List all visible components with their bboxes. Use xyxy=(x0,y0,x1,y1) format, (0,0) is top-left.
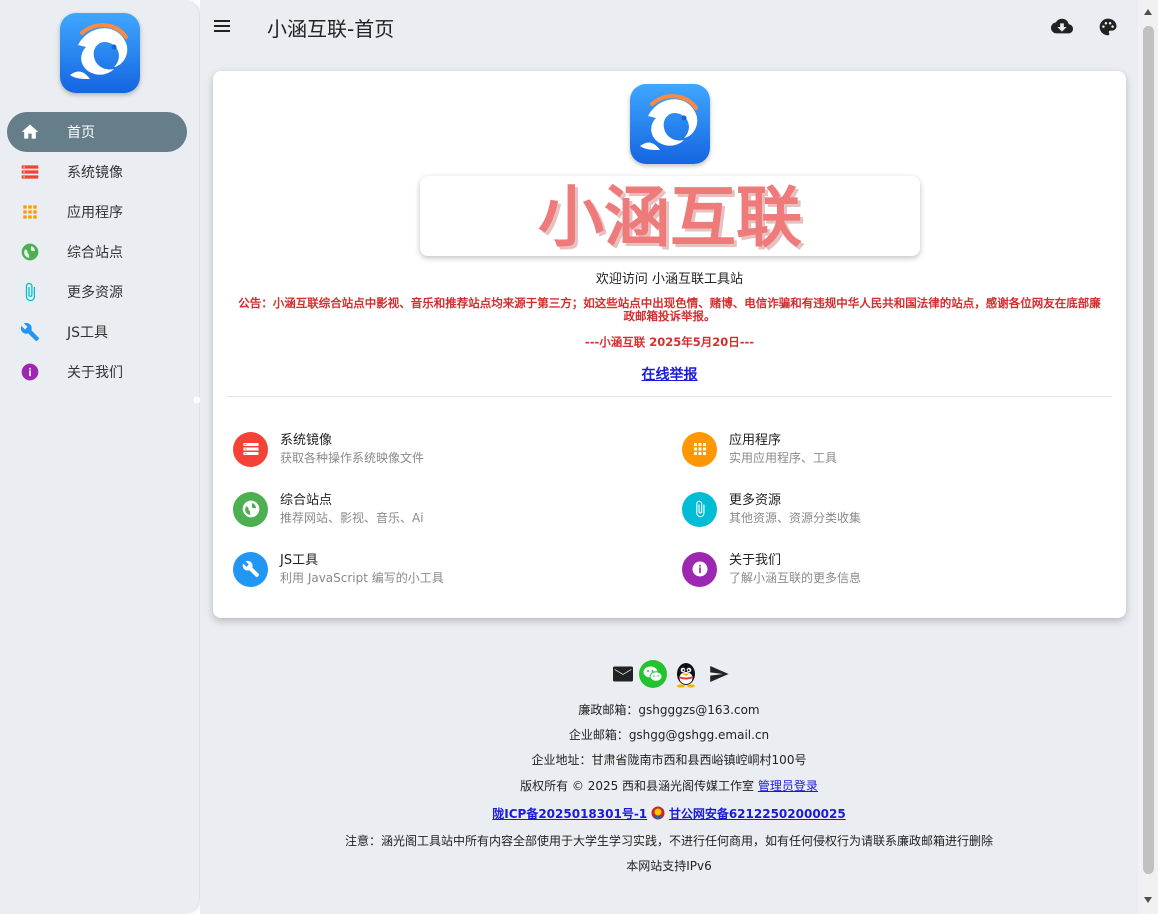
welcome-text: 欢迎访问 小涵互联工具站 xyxy=(595,272,744,287)
sidebar-item-sites[interactable]: 综合站点 xyxy=(7,232,187,272)
feature-js-tools[interactable]: JS工具利用 JavaScript 编写的小工具 xyxy=(233,549,633,589)
theme-button[interactable] xyxy=(1097,16,1119,38)
scroll-up-arrow[interactable] xyxy=(1142,6,1154,18)
wechat-link[interactable] xyxy=(638,659,668,689)
feature-title: 关于我们 xyxy=(729,553,782,568)
sidebar: 首页 系统镜像 应用程序 综合站点 更多资源 JS工具 关于我们 xyxy=(0,0,200,914)
feature-subtitle: 利用 JavaScript 编写的小工具 xyxy=(280,571,444,585)
sidebar-item-resources[interactable]: 更多资源 xyxy=(7,272,187,312)
copyright-line: 版权所有 © 2025 西和县涵光阁传媒工作室 管理员登录 xyxy=(200,777,1138,794)
copyright-text: 版权所有 © 2025 西和县涵光阁传媒工作室 xyxy=(520,779,755,793)
feature-title: 应用程序 xyxy=(729,433,782,448)
feature-title: 系统镜像 xyxy=(280,433,333,448)
sidebar-item-js-tools[interactable]: JS工具 xyxy=(7,312,187,352)
sidebar-item-applications[interactable]: 应用程序 xyxy=(7,192,187,232)
paperclip-icon xyxy=(682,491,717,527)
home-card: 小涵互联 小涵互联 欢迎访问 小涵互联工具站 公告：小涵互联综合站点中影视、音乐… xyxy=(213,71,1126,618)
icp-link[interactable]: 陇ICP备2025018301号-1 xyxy=(492,807,647,821)
scroll-down-arrow[interactable] xyxy=(1142,894,1154,906)
send-icon xyxy=(710,666,729,682)
triangle-down-icon xyxy=(1144,897,1152,903)
sidebar-item-label: 关于我们 xyxy=(67,365,123,381)
sidebar-item-home[interactable]: 首页 xyxy=(7,112,187,152)
storage-icon xyxy=(7,162,53,182)
info-icon xyxy=(7,362,53,382)
feature-title: JS工具 xyxy=(280,553,319,568)
feature-about[interactable]: 关于我们了解小涵互联的更多信息 xyxy=(682,549,1082,589)
sidebar-item-label: 综合站点 xyxy=(67,245,123,261)
info-icon xyxy=(682,551,717,587)
sidebar-item-system-images[interactable]: 系统镜像 xyxy=(7,152,187,192)
feature-title: 综合站点 xyxy=(280,493,333,508)
ipv6-text: 本网站支持IPv6 xyxy=(626,859,712,873)
menu-icon xyxy=(214,20,230,32)
palette-icon xyxy=(1099,18,1117,36)
notice-signature: ---小涵互联 2025年5月20日--- xyxy=(584,335,755,349)
brand-banner: 小涵互联 小涵互联 xyxy=(420,176,920,256)
sidebar-item-label: 应用程序 xyxy=(67,205,123,221)
feature-sites[interactable]: 综合站点推荐网站、影视、音乐、Ai xyxy=(233,489,633,529)
feature-subtitle: 推荐网站、影视、音乐、Ai xyxy=(280,511,424,525)
apps-grid-icon xyxy=(682,431,717,467)
police-badge-icon xyxy=(651,806,665,823)
notice-text: 公告：小涵互联综合站点中影视、音乐和推荐站点均来源于第三方；如这些站点中出现色情… xyxy=(238,296,1101,323)
paperclip-icon xyxy=(7,282,53,302)
email-icon xyxy=(613,666,633,682)
wrench-icon xyxy=(233,551,268,587)
globe-icon xyxy=(233,491,268,527)
globe-icon xyxy=(7,242,53,262)
menu-button[interactable] xyxy=(214,16,232,36)
send-link[interactable] xyxy=(708,659,730,689)
qq-penguin-icon xyxy=(677,663,695,688)
sidebar-item-label: 更多资源 xyxy=(67,285,123,301)
triangle-up-icon xyxy=(1144,9,1152,15)
sidebar-nav: 首页 系统镜像 应用程序 综合站点 更多资源 JS工具 关于我们 xyxy=(7,112,187,392)
card-logo xyxy=(630,84,710,164)
company-address: 企业地址：甘肃省陇南市西和县西峪镇崆峒村100号 xyxy=(531,753,807,767)
feature-subtitle: 了解小涵互联的更多信息 xyxy=(729,571,862,585)
storage-icon xyxy=(233,431,268,467)
sidebar-item-label: JS工具 xyxy=(67,325,109,341)
clean-email: 廉政邮箱：gshgggzs@163.com xyxy=(578,703,760,717)
sidebar-item-label: 系统镜像 xyxy=(67,165,123,181)
qq-link[interactable] xyxy=(673,659,699,689)
email-link[interactable] xyxy=(612,659,634,689)
apps-grid-icon xyxy=(7,202,53,222)
feature-system-images[interactable]: 系统镜像获取各种操作系统映像文件 xyxy=(233,429,633,469)
company-email: 企业邮箱：gshgg@gshgg.email.cn xyxy=(568,728,770,742)
police-record-link[interactable]: 甘公网安备62122502000025 xyxy=(669,807,846,821)
disclaimer-text: 注意：涵光阁工具站中所有内容全部使用于大学生学习实践，不进行任何商用，如有任何侵… xyxy=(344,834,993,848)
scroll-thumb[interactable] xyxy=(1143,26,1154,874)
banner-text: 小涵互联 xyxy=(538,179,802,256)
cloud-download-icon xyxy=(1051,18,1073,34)
wrench-icon xyxy=(7,322,53,342)
wechat-icon xyxy=(639,660,667,688)
report-link[interactable]: 在线举报 xyxy=(213,364,1126,384)
feature-subtitle: 其他资源、资源分类收集 xyxy=(729,511,862,525)
feature-applications[interactable]: 应用程序实用应用程序、工具 xyxy=(682,429,1082,469)
feature-title: 更多资源 xyxy=(729,493,782,508)
feature-subtitle: 获取各种操作系统映像文件 xyxy=(280,451,425,465)
sidebar-item-label: 首页 xyxy=(67,125,95,141)
divider xyxy=(227,396,1112,397)
admin-login-link[interactable]: 管理员登录 xyxy=(758,779,818,793)
feature-resources[interactable]: 更多资源其他资源、资源分类收集 xyxy=(682,489,1082,529)
feature-subtitle: 实用应用程序、工具 xyxy=(729,451,838,465)
page-title: 小涵互联-首页 xyxy=(267,17,395,41)
download-button[interactable] xyxy=(1051,16,1073,38)
app-logo[interactable] xyxy=(60,13,140,93)
home-icon xyxy=(7,122,53,142)
top-app-bar: 小涵互联-首页 xyxy=(200,0,1138,53)
record-line: 陇ICP备2025018301号-1 甘公网安备62122502000025 xyxy=(200,805,1138,823)
sidebar-item-about[interactable]: 关于我们 xyxy=(7,352,187,392)
